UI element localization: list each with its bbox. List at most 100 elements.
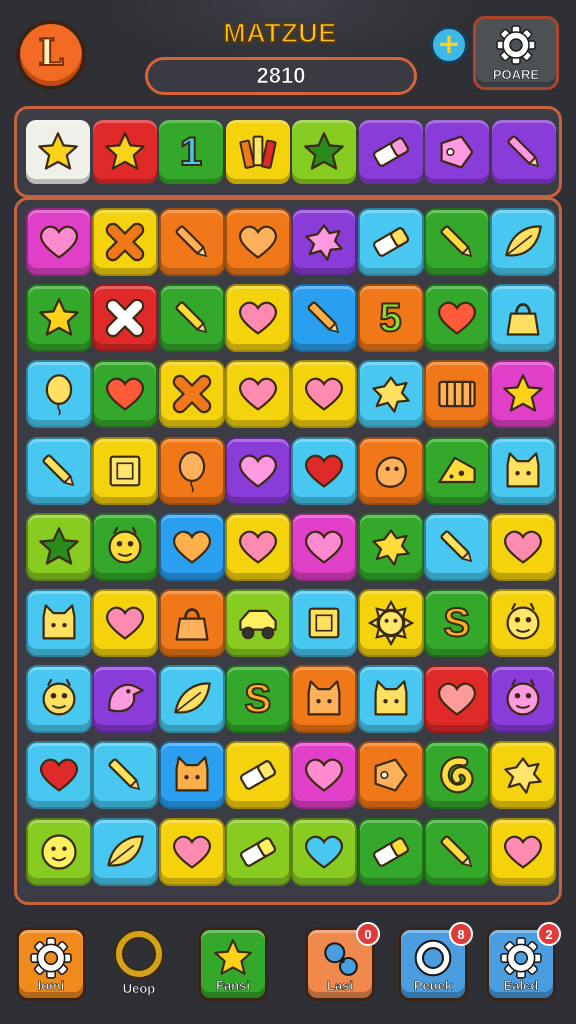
bottom-button-2[interactable]: Ueop	[104, 927, 174, 1001]
board-tile[interactable]	[423, 208, 490, 276]
board-tile[interactable]	[291, 360, 358, 429]
board-tile[interactable]	[423, 512, 490, 581]
board-tile[interactable]	[158, 512, 225, 581]
board-tile[interactable]	[490, 436, 557, 505]
board-tile[interactable]	[26, 360, 92, 429]
board-tile[interactable]	[26, 589, 92, 657]
board-tile[interactable]	[357, 360, 424, 429]
tray-item[interactable]	[358, 120, 423, 184]
board-tile[interactable]	[224, 436, 291, 505]
board-tile[interactable]	[423, 817, 490, 886]
board-tile[interactable]	[423, 436, 490, 505]
board-tile[interactable]	[490, 741, 557, 810]
tray-item[interactable]	[92, 120, 157, 184]
board-tile[interactable]	[92, 360, 159, 429]
board-tile[interactable]	[423, 741, 490, 810]
board-tile[interactable]	[92, 589, 159, 657]
tray-item[interactable]	[26, 120, 90, 184]
board-tile[interactable]	[224, 360, 291, 429]
board-tile[interactable]	[291, 208, 358, 276]
profile-button[interactable]: L	[16, 20, 86, 90]
board-tile[interactable]	[92, 284, 159, 353]
board-tile[interactable]	[490, 817, 557, 886]
board-tile[interactable]	[26, 436, 92, 505]
leaf-icon	[501, 220, 545, 264]
board-tile[interactable]: 5	[357, 284, 424, 353]
eraser-icon	[236, 753, 280, 797]
bottom-button-5[interactable]: Peuek 8	[398, 922, 473, 1001]
board-tile[interactable]	[26, 284, 92, 353]
box-icon	[302, 601, 346, 645]
board-tile[interactable]	[291, 665, 358, 734]
board-tile[interactable]	[158, 817, 225, 886]
board-tile[interactable]	[92, 817, 159, 886]
board-tile[interactable]	[92, 436, 159, 505]
board-tile[interactable]	[357, 589, 424, 657]
board-tile[interactable]	[291, 817, 358, 886]
board-tile[interactable]	[158, 360, 225, 429]
board-tile[interactable]	[490, 208, 557, 276]
board-tile[interactable]	[357, 512, 424, 581]
board-tile[interactable]	[92, 665, 159, 734]
board-tile[interactable]	[26, 817, 92, 886]
heart-icon	[501, 525, 545, 569]
bottom-button-1[interactable]: Iomi	[16, 927, 86, 1001]
board-tile[interactable]	[291, 741, 358, 810]
tray-item[interactable]	[292, 120, 356, 184]
board-tile[interactable]	[158, 208, 225, 276]
board-tile[interactable]	[26, 208, 92, 276]
board-tile[interactable]	[92, 512, 159, 581]
board-tile[interactable]	[224, 512, 291, 581]
board-tile[interactable]	[291, 589, 358, 657]
board-tile[interactable]	[423, 360, 490, 429]
board-tile[interactable]	[357, 665, 424, 734]
board-tile[interactable]	[26, 665, 92, 734]
cat-icon	[501, 449, 545, 493]
star-icon	[37, 296, 81, 340]
board-tile[interactable]	[26, 512, 92, 581]
board-tile[interactable]	[224, 741, 291, 810]
bottom-button-label: Peuek	[413, 978, 453, 994]
board-tile[interactable]	[490, 665, 557, 734]
tray-item[interactable]	[425, 120, 489, 184]
board-tile[interactable]	[291, 512, 358, 581]
tray-item[interactable]	[225, 120, 290, 184]
tray-item[interactable]	[491, 120, 556, 184]
board-tile[interactable]	[490, 512, 557, 581]
board-tile[interactable]	[158, 665, 225, 734]
pencil-icon	[170, 296, 214, 340]
tray-item[interactable]: 1	[159, 120, 223, 184]
board-tile[interactable]	[224, 284, 291, 353]
bottom-button-6[interactable]: Ealcd 2	[486, 922, 561, 1001]
board-tile[interactable]	[357, 208, 424, 276]
board-tile[interactable]	[490, 284, 557, 353]
board-tile[interactable]	[357, 817, 424, 886]
board-tile[interactable]	[224, 589, 291, 657]
board-tile[interactable]	[490, 589, 557, 657]
board-tile[interactable]	[158, 589, 225, 657]
board-tile[interactable]	[291, 284, 358, 353]
heart-icon	[236, 525, 280, 569]
add-currency-button[interactable]: +	[430, 26, 468, 64]
board-tile[interactable]: S	[423, 589, 490, 657]
heart-icon	[37, 753, 81, 797]
board-tile[interactable]	[423, 665, 490, 734]
board-tile[interactable]	[92, 208, 159, 276]
bottom-button-4[interactable]: Lasi 0	[305, 922, 380, 1001]
board-tile[interactable]: S	[224, 665, 291, 734]
board-tile[interactable]	[92, 741, 159, 810]
board-tile[interactable]	[490, 360, 557, 429]
board-tile[interactable]	[26, 741, 92, 810]
bottom-button-3[interactable]: Fansi	[198, 927, 268, 1001]
board-tile[interactable]	[158, 284, 225, 353]
pause-button[interactable]: POARE	[473, 16, 559, 90]
swirl-icon	[435, 753, 479, 797]
board-tile[interactable]	[291, 436, 358, 505]
board-tile[interactable]	[158, 436, 225, 505]
board-tile[interactable]	[357, 436, 424, 505]
board-tile[interactable]	[224, 208, 291, 276]
board-tile[interactable]	[224, 817, 291, 886]
board-tile[interactable]	[423, 284, 490, 353]
board-tile[interactable]	[158, 741, 225, 810]
board-tile[interactable]	[357, 741, 424, 810]
